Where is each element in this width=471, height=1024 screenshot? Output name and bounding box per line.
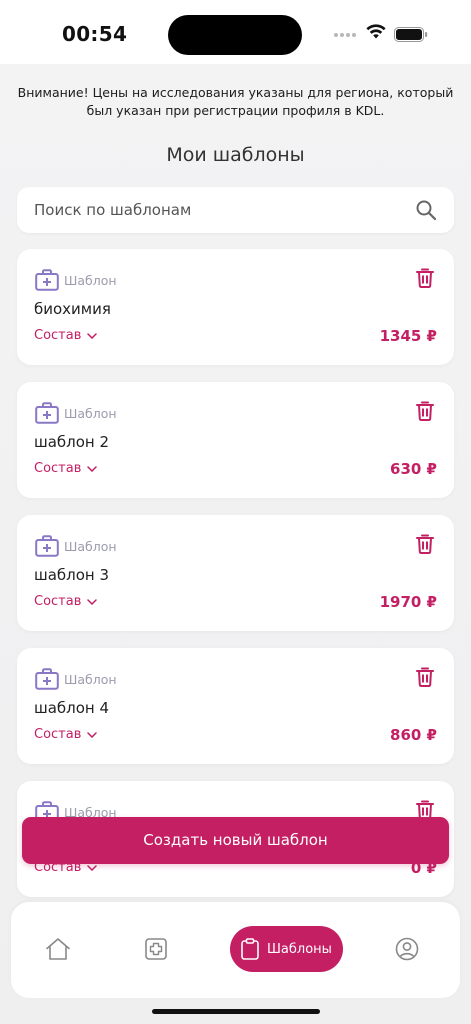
nav-templates[interactable]: Шаблоны — [230, 926, 343, 972]
template-type-label: Шаблон — [64, 672, 117, 687]
home-indicator — [152, 1009, 320, 1014]
page-title: Мои шаблоны — [166, 144, 305, 166]
status-time: 00:54 — [62, 22, 128, 46]
template-price: 1345 ₽ — [379, 327, 437, 345]
template-type-label: Шаблон — [64, 273, 117, 288]
composition-toggle[interactable]: Состав — [34, 594, 98, 609]
chevron-down-icon — [87, 598, 98, 605]
search-box — [17, 187, 454, 233]
composition-toggle[interactable]: Состав — [34, 461, 98, 476]
template-card[interactable]: Шаблон шаблон 2 Состав 630 ₽ — [17, 382, 454, 498]
template-price: 860 ₽ — [390, 726, 437, 744]
chevron-down-icon — [87, 864, 98, 871]
status-bar: 00:54 — [0, 0, 471, 64]
screen: 00:54 Внимание! Цены на исследования ука… — [0, 0, 471, 1024]
wifi-icon — [366, 24, 386, 39]
search-icon[interactable] — [415, 199, 437, 221]
search-input[interactable] — [34, 187, 404, 233]
template-card[interactable]: Шаблон шаблон 4 Состав 860 ₽ — [17, 648, 454, 764]
profile-icon — [395, 937, 419, 961]
medical-kit-icon — [35, 535, 59, 557]
composition-label: Состав — [34, 594, 82, 609]
template-price: 630 ₽ — [390, 460, 437, 478]
trash-icon[interactable] — [416, 268, 434, 288]
region-price-notice: Внимание! Цены на исследования указаны д… — [17, 85, 454, 118]
template-name: шаблон 2 — [34, 433, 110, 451]
medical-kit-icon — [35, 402, 59, 424]
home-icon — [46, 938, 70, 960]
template-name: шаблон 3 — [34, 566, 110, 584]
template-card[interactable]: Шаблон биохимия Состав 1345 ₽ — [17, 249, 454, 365]
clipboard-icon — [241, 938, 259, 960]
chevron-down-icon — [87, 731, 98, 738]
create-template-button[interactable]: Создать новый шаблон — [22, 817, 449, 864]
trash-icon[interactable] — [416, 401, 434, 421]
bottom-nav: Шаблоны — [11, 902, 460, 998]
nav-home[interactable] — [37, 926, 79, 972]
template-card[interactable]: Шаблон шаблон 3 Состав 1970 ₽ — [17, 515, 454, 631]
nav-profile[interactable] — [386, 926, 428, 972]
medical-plus-icon — [145, 938, 167, 960]
medical-kit-icon — [35, 668, 59, 690]
template-price: 1970 ₽ — [379, 593, 437, 611]
battery-icon — [394, 27, 428, 42]
template-type-label: Шаблон — [64, 539, 117, 554]
nav-templates-label: Шаблоны — [267, 941, 332, 957]
template-name: биохимия — [34, 300, 111, 318]
template-name: шаблон 4 — [34, 699, 110, 717]
composition-label: Состав — [34, 328, 82, 343]
composition-label: Состав — [34, 461, 82, 476]
medical-kit-icon — [35, 269, 59, 291]
chevron-down-icon — [87, 332, 98, 339]
template-type-label: Шаблон — [64, 406, 117, 421]
dynamic-island — [168, 15, 302, 55]
composition-toggle[interactable]: Состав — [34, 727, 98, 742]
nav-analyses[interactable] — [135, 926, 177, 972]
cellular-signal-icon — [334, 33, 356, 37]
trash-icon[interactable] — [416, 667, 434, 687]
trash-icon[interactable] — [416, 534, 434, 554]
composition-label: Состав — [34, 727, 82, 742]
chevron-down-icon — [87, 465, 98, 472]
composition-toggle[interactable]: Состав — [34, 328, 98, 343]
